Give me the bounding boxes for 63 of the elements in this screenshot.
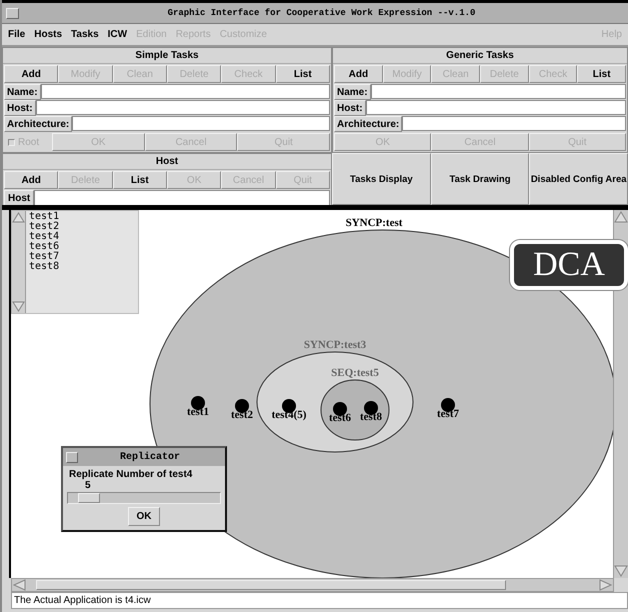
list-item[interactable]: test4 <box>29 232 60 242</box>
field-label: Architecture: <box>4 116 72 132</box>
input-field[interactable] <box>34 190 330 206</box>
toolbar-button[interactable]: List <box>112 171 167 189</box>
panel-title: Simple Tasks <box>3 48 331 64</box>
left-arrow-icon[interactable] <box>12 579 26 591</box>
group-label: SYNCP:test3 <box>304 339 366 351</box>
group-label: SEQ:test5 <box>331 367 379 379</box>
panel-title: Host <box>3 154 331 170</box>
toolbar-button[interactable]: List <box>276 65 330 83</box>
status-bar: The Actual Application is t4.icw <box>11 592 628 609</box>
dialog-prompt: Replicate Number of test4 <box>68 468 194 480</box>
horizontal-scrollbar[interactable] <box>11 578 614 592</box>
menu-item[interactable]: Hosts <box>34 29 62 40</box>
field-label: Name: <box>4 84 41 100</box>
input-field[interactable] <box>370 84 626 99</box>
field-label: Host: <box>334 100 366 116</box>
menu-item[interactable]: ICW <box>108 29 128 40</box>
task-label: test6 <box>329 412 351 424</box>
list-item[interactable]: test1 <box>29 212 60 222</box>
input-field[interactable] <box>40 84 330 99</box>
view-button[interactable]: Disabled Config Area <box>529 153 628 205</box>
view-button[interactable]: Task Drawing <box>430 153 530 205</box>
menu-item[interactable]: Tasks <box>71 29 99 40</box>
down-arrow-icon[interactable] <box>12 301 25 313</box>
task-label: test4(5) <box>272 409 306 421</box>
task-label: test7 <box>437 408 459 420</box>
up-arrow-icon[interactable] <box>614 210 628 223</box>
window-title: Graphic Interface for Cooperative Work Expression --v.1.0 <box>166 8 476 18</box>
list-item[interactable]: test2 <box>29 222 60 232</box>
window-menu-icon[interactable] <box>6 8 19 18</box>
input-field[interactable] <box>366 100 626 115</box>
toolbar-button[interactable]: Add <box>334 65 383 83</box>
toolbar-button[interactable]: List <box>577 65 626 83</box>
toolbar-button[interactable]: Add <box>4 171 58 189</box>
field-label: Host: <box>4 100 36 116</box>
ok-button[interactable]: OK <box>128 507 160 526</box>
panel-title: Generic Tasks <box>333 48 627 64</box>
field-label: Architecture: <box>334 116 402 132</box>
dialog-menu-icon[interactable] <box>66 452 78 462</box>
slider-value: 5 <box>84 480 91 491</box>
list-item[interactable]: test6 <box>29 242 60 252</box>
input-field[interactable] <box>36 100 330 115</box>
view-button[interactable]: Tasks Display <box>332 153 431 205</box>
group-ellipse[interactable] <box>320 380 390 440</box>
dialog-title: Replicator <box>118 452 181 462</box>
menu-item[interactable]: File <box>8 29 26 40</box>
input-field[interactable] <box>72 116 330 131</box>
list-item[interactable]: test8 <box>29 262 60 272</box>
up-arrow-icon[interactable] <box>12 211 25 223</box>
list-item[interactable]: test7 <box>29 252 60 262</box>
toolbar-button[interactable]: Add <box>4 65 58 83</box>
field-label: Name: <box>334 84 371 100</box>
right-arrow-icon[interactable] <box>599 579 613 591</box>
input-field[interactable] <box>402 116 626 131</box>
group-label: SYNCP:test <box>346 217 402 229</box>
task-label: test1 <box>187 406 209 418</box>
down-arrow-icon[interactable] <box>614 565 628 578</box>
badge: DCA <box>510 240 628 290</box>
task-label: test2 <box>231 409 253 421</box>
task-label: test8 <box>360 411 382 423</box>
list-scrollbar[interactable] <box>12 211 26 313</box>
slider-thumb[interactable] <box>78 493 100 503</box>
